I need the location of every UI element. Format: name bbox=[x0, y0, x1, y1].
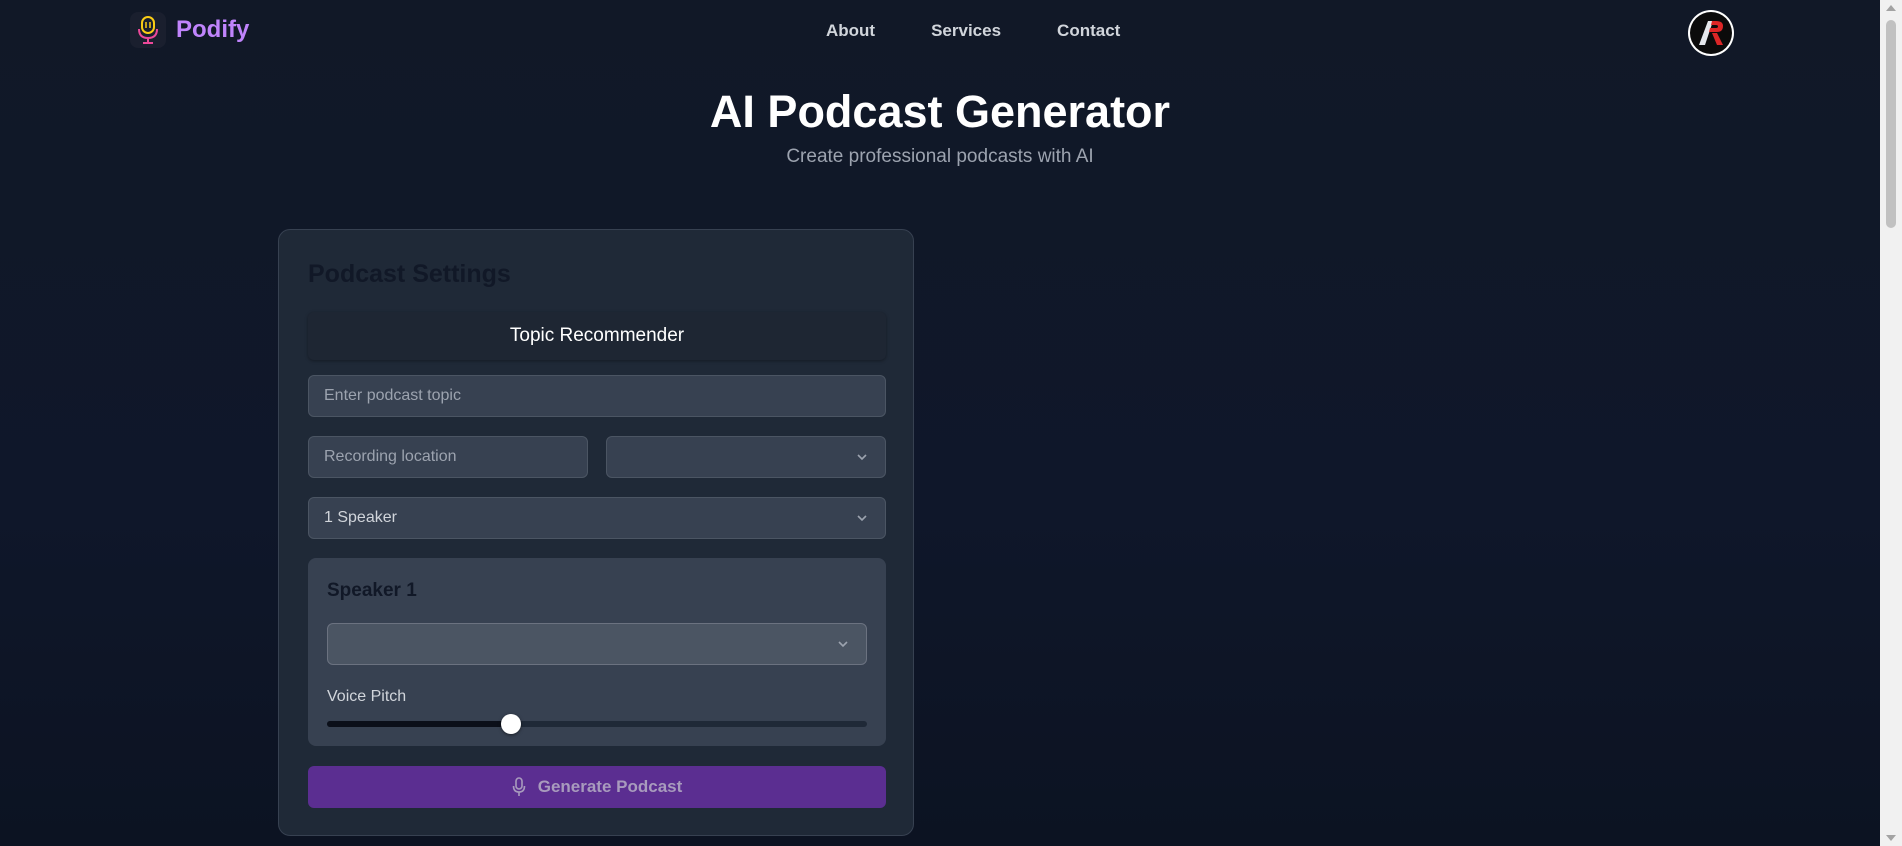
avatar-logo-icon bbox=[1690, 12, 1732, 54]
scroll-down-arrow-icon[interactable] bbox=[1886, 835, 1896, 841]
speaker-panel: Speaker 1 Voice Pitch bbox=[308, 558, 886, 746]
page-title: AI Podcast Generator bbox=[709, 86, 1171, 137]
topic-recommender-button[interactable]: Topic Recommender bbox=[308, 312, 886, 360]
brand-logo[interactable]: Podify bbox=[130, 12, 249, 48]
top-navigation: Podify About Services Contact bbox=[0, 0, 1880, 64]
speaker-count-value: 1 Speaker bbox=[324, 509, 397, 526]
nav-link-services[interactable]: Services bbox=[931, 21, 1001, 41]
generate-podcast-label: Generate Podcast bbox=[537, 777, 683, 796]
page-scrollbar[interactable] bbox=[1880, 0, 1902, 846]
generate-podcast-button[interactable]: Generate Podcast bbox=[308, 766, 886, 808]
nav-links: About Services Contact bbox=[826, 21, 1120, 41]
voice-pitch-thumb[interactable] bbox=[500, 714, 521, 734]
scroll-up-arrow-icon[interactable] bbox=[1886, 5, 1896, 11]
voice-pitch-fill bbox=[327, 721, 511, 727]
settings-title: Podcast Settings bbox=[308, 260, 511, 288]
chevron-down-icon bbox=[838, 641, 848, 648]
brand-name: Podify bbox=[176, 16, 250, 43]
microphone-icon bbox=[512, 777, 526, 796]
microphone-logo-icon bbox=[130, 12, 166, 48]
voice-select[interactable] bbox=[327, 623, 867, 665]
page-subtitle: Create professional podcasts with AI bbox=[786, 146, 1094, 167]
topic-input[interactable] bbox=[308, 375, 886, 417]
voice-pitch-slider[interactable] bbox=[327, 714, 867, 734]
location-select[interactable] bbox=[606, 436, 886, 478]
chevron-down-icon bbox=[857, 454, 867, 461]
user-avatar[interactable] bbox=[1688, 10, 1734, 56]
nav-link-contact[interactable]: Contact bbox=[1057, 21, 1120, 41]
speaker-title: Speaker 1 bbox=[327, 580, 417, 601]
scroll-thumb[interactable] bbox=[1886, 20, 1896, 228]
voice-pitch-label: Voice Pitch bbox=[327, 688, 407, 705]
podcast-settings-card: Podcast Settings Topic Recommender 1 Spe… bbox=[278, 229, 914, 836]
recording-location-input[interactable] bbox=[308, 436, 588, 478]
nav-link-about[interactable]: About bbox=[826, 21, 875, 41]
chevron-down-icon bbox=[857, 515, 867, 522]
speaker-count-select[interactable]: 1 Speaker bbox=[308, 497, 886, 539]
